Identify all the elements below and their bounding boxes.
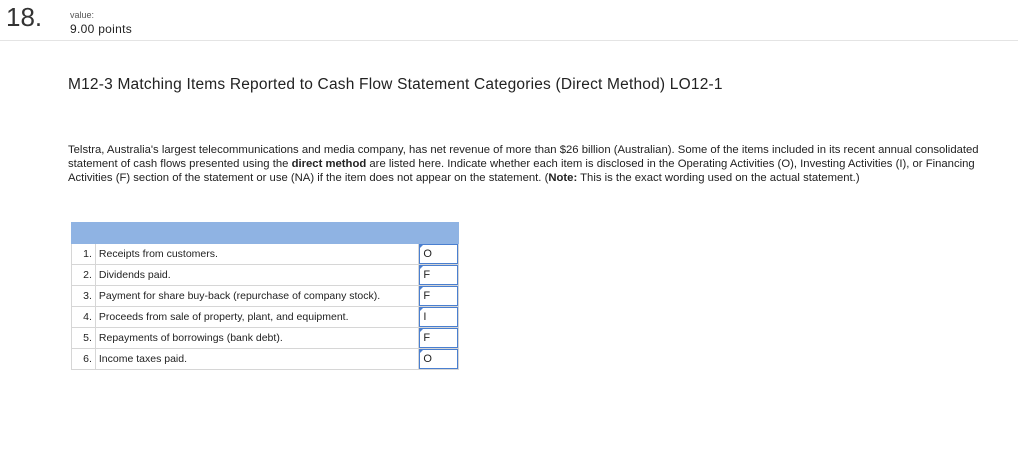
value-label: value:	[70, 10, 95, 20]
question-title: M12-3 Matching Items Reported to Cash Fl…	[68, 76, 723, 93]
item-number: 4.	[71, 306, 96, 328]
answer-cell: F	[418, 327, 459, 349]
matching-table: 1. Receipts from customers. O 2. Dividen…	[70, 222, 459, 370]
answer-cell: I	[418, 306, 459, 328]
instructions-text-3: This is the exact wording used on the ac…	[577, 172, 860, 184]
table-row: 5. Repayments of borrowings (bank debt).…	[71, 327, 459, 349]
input-flag-icon	[419, 265, 425, 270]
item-description: Receipts from customers.	[94, 243, 420, 265]
table-header-cell	[70, 222, 420, 244]
answer-input[interactable]: F	[419, 265, 458, 285]
table-row: 3. Payment for share buy-back (repurchas…	[71, 285, 459, 307]
table-row: 4. Proceeds from sale of property, plant…	[71, 306, 459, 328]
item-number: 2.	[71, 264, 96, 286]
table-header-row	[70, 222, 459, 244]
item-description: Dividends paid.	[94, 264, 420, 286]
answer-cell: F	[418, 285, 459, 307]
table-row: 6. Income taxes paid. O	[71, 348, 459, 370]
item-description: Repayments of borrowings (bank debt).	[94, 327, 420, 349]
item-description: Payment for share buy-back (repurchase o…	[94, 285, 420, 307]
answer-input[interactable]: I	[419, 307, 458, 327]
answer-input[interactable]: F	[419, 286, 458, 306]
item-description: Proceeds from sale of property, plant, a…	[94, 306, 420, 328]
table-header-answer-cell	[418, 222, 459, 244]
answer-input[interactable]: F	[419, 328, 458, 348]
input-flag-icon	[419, 286, 425, 291]
question-number: 18.	[6, 2, 43, 32]
question-instructions: Telstra, Australia's largest telecommuni…	[68, 143, 1020, 185]
item-number: 3.	[71, 285, 96, 307]
item-number: 6.	[71, 348, 96, 370]
answer-input[interactable]: O	[419, 244, 458, 264]
answer-cell: O	[418, 243, 459, 265]
header-divider	[0, 40, 1018, 41]
answer-input[interactable]: O	[419, 349, 458, 369]
input-flag-icon	[419, 244, 425, 249]
input-flag-icon	[419, 307, 425, 312]
instructions-bold-note: Note:	[548, 172, 578, 184]
input-flag-icon	[419, 349, 425, 354]
table-row: 1. Receipts from customers. O	[71, 243, 459, 265]
instructions-bold-direct-method: direct method	[291, 158, 367, 170]
item-description: Income taxes paid.	[94, 348, 420, 370]
input-flag-icon	[419, 328, 425, 333]
item-number: 5.	[71, 327, 96, 349]
answer-cell: O	[418, 348, 459, 370]
value-points: 9.00 points	[70, 22, 133, 36]
table-row: 2. Dividends paid. F	[71, 264, 459, 286]
answer-cell: F	[418, 264, 459, 286]
item-number: 1.	[71, 243, 96, 265]
